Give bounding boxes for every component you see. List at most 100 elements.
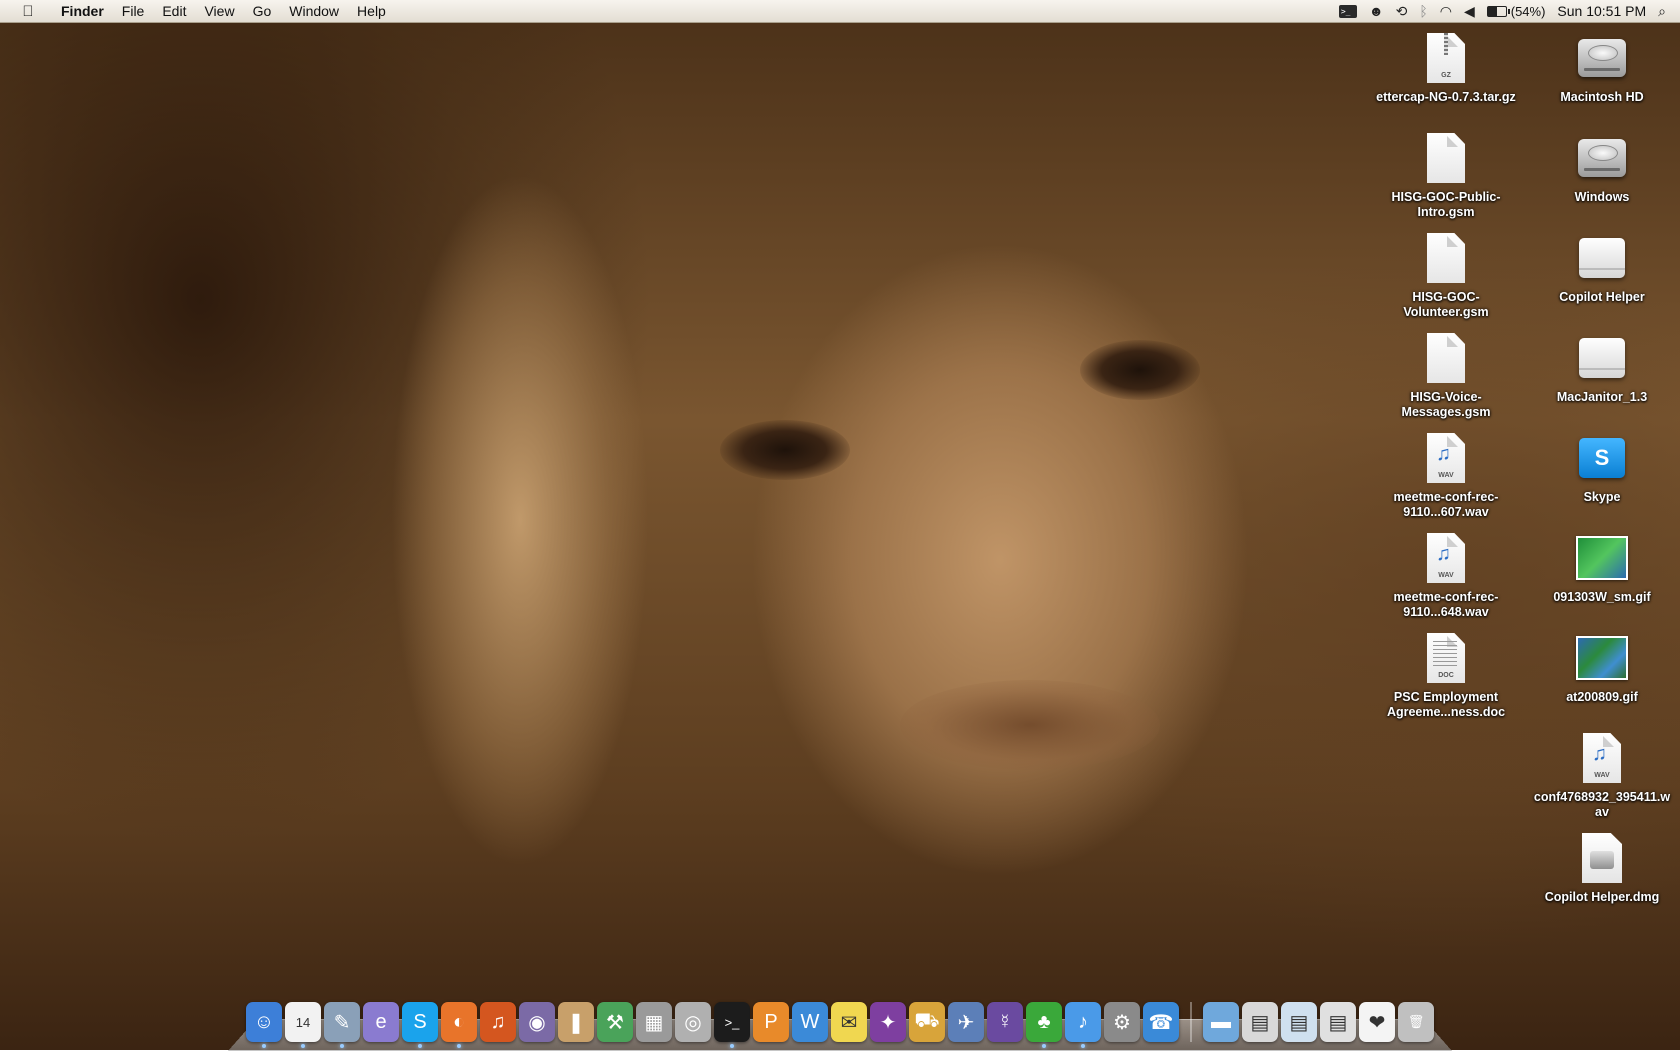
audio-file-icon: ♫ WAV bbox=[1420, 530, 1472, 586]
adium-alt-icon[interactable]: ☿ bbox=[987, 1002, 1023, 1042]
terminal-icon[interactable]: >_ bbox=[714, 1002, 750, 1048]
wallpaper-eye-left bbox=[720, 420, 850, 480]
image-thumbnail-icon bbox=[1576, 530, 1628, 586]
menu-edit[interactable]: Edit bbox=[153, 0, 195, 22]
desktop-item-label: Windows bbox=[1574, 190, 1630, 204]
music-note: ♫ bbox=[1436, 443, 1451, 465]
file-type-tag: WAV bbox=[1438, 472, 1454, 479]
music-note: ♫ bbox=[1436, 543, 1451, 565]
icon-graphic bbox=[1427, 333, 1465, 383]
terminal-icon[interactable]: >_ bbox=[1338, 4, 1357, 18]
preview-icon[interactable]: ✎ bbox=[324, 1002, 360, 1048]
time-machine-icon[interactable]: ⟲ bbox=[1396, 0, 1408, 22]
firefox-icon[interactable]: ◐ bbox=[441, 1002, 477, 1048]
dock: ☺ 14 ✎ e S ◐ ♫ ◉ ❚ ⚒ ▦ ◎ >_ P W ✉ ✦ ⛟ ✈ ☿ ♣ ♪ ⚙ ☎ ▬ ▤ ▤ ▤ ❤ 🗑 bbox=[246, 996, 1434, 1048]
wifi-icon[interactable]: ◠ bbox=[1440, 0, 1452, 22]
desktop-item-label: HISG-GOC-Volunteer.gsm bbox=[1403, 290, 1489, 319]
battery-icon bbox=[1486, 5, 1510, 17]
internet-explorer-icon[interactable]: e bbox=[363, 1002, 399, 1042]
ical-icon[interactable]: 14 bbox=[285, 1002, 321, 1048]
system-preferences-icon[interactable]: ⚙ bbox=[1104, 1002, 1140, 1042]
trash-icon[interactable]: 🗑 bbox=[1398, 1002, 1434, 1042]
desktop-item[interactable]: at200809.gif bbox=[1532, 630, 1672, 705]
desktop-item[interactable]: ♫ WAV conf4768932_395411.wav bbox=[1532, 730, 1672, 820]
window-thumb-3-icon[interactable]: ▤ bbox=[1320, 1002, 1356, 1042]
icon-graphic: GZ bbox=[1427, 33, 1465, 83]
desktop-item-label: 091303W_sm.gif bbox=[1553, 590, 1651, 604]
menu-window[interactable]: Window bbox=[280, 0, 348, 22]
robot-icon[interactable]: ☻ bbox=[1369, 0, 1384, 22]
xcode-icon[interactable]: ✈ bbox=[948, 1002, 984, 1042]
desktop-item[interactable]: MacJanitor_1.3 bbox=[1532, 330, 1672, 405]
desktop-item-label: meetme-conf-rec-9110...648.wav bbox=[1393, 590, 1499, 619]
menu-go[interactable]: Go bbox=[244, 0, 281, 22]
window-thumb-2-icon[interactable]: ▤ bbox=[1281, 1002, 1317, 1042]
archive-file-icon: GZ bbox=[1420, 30, 1472, 86]
icon-graphic: ♫ WAV bbox=[1427, 433, 1465, 483]
desktop-item[interactable]: Copilot Helper bbox=[1532, 230, 1672, 305]
ichat-icon[interactable]: ☎ bbox=[1143, 1002, 1179, 1042]
utility-icon[interactable]: ⚒ bbox=[597, 1002, 633, 1042]
menu-help[interactable]: Help bbox=[348, 0, 395, 22]
page-fold bbox=[1447, 336, 1458, 347]
apple-icon[interactable]:  bbox=[16, 3, 40, 20]
word-document-icon: DOC bbox=[1420, 630, 1472, 686]
menu-view[interactable]: View bbox=[195, 0, 243, 22]
desktop-item[interactable]: Copilot Helper.dmg bbox=[1532, 830, 1672, 905]
icon-graphic bbox=[1427, 233, 1465, 283]
disk-platter bbox=[1588, 45, 1618, 61]
menu-app-finder[interactable]: Finder bbox=[52, 0, 113, 22]
lips-icon[interactable]: ❤ bbox=[1359, 1002, 1395, 1042]
spotlight-icon[interactable]: ⌕ bbox=[1658, 0, 1666, 22]
desktop-item[interactable]: DOC PSC Employment Agreeme...ness.doc bbox=[1376, 630, 1516, 720]
icon-graphic: ♫ WAV bbox=[1427, 533, 1465, 583]
itunes-alt-icon[interactable]: ✦ bbox=[870, 1002, 906, 1042]
desktop-item[interactable]: Macintosh HD bbox=[1532, 30, 1672, 105]
icon-graphic bbox=[1578, 139, 1626, 177]
text-lines bbox=[1433, 641, 1457, 667]
window-thumb-1-icon[interactable]: ▤ bbox=[1242, 1002, 1278, 1042]
documents-folder-icon[interactable]: ▬ bbox=[1203, 1002, 1239, 1042]
dvd-player-icon[interactable]: ◎ bbox=[675, 1002, 711, 1042]
battery-status[interactable]: (54%) bbox=[1486, 3, 1546, 19]
audacity-icon[interactable]: ♫ bbox=[480, 1002, 516, 1042]
icon-graphic bbox=[1578, 39, 1626, 77]
menu-clock[interactable]: Sun 10:51 PM bbox=[1557, 3, 1646, 19]
itunes-icon[interactable]: ♪ bbox=[1065, 1002, 1101, 1048]
battery-percent: (54%) bbox=[1510, 3, 1546, 19]
desktop-item-label: PSC Employment Agreeme...ness.doc bbox=[1386, 690, 1506, 719]
book-icon[interactable]: ❚ bbox=[558, 1002, 594, 1042]
icon-graphic bbox=[1427, 133, 1465, 183]
icon-graphic: DOC bbox=[1427, 633, 1465, 683]
desktop-item[interactable]: GZ ettercap-NG-0.7.3.tar.gz bbox=[1376, 30, 1516, 105]
finder-icon[interactable]: ☺ bbox=[246, 1002, 282, 1048]
menu-file[interactable]: File bbox=[113, 0, 154, 22]
adium-icon[interactable]: ♣ bbox=[1026, 1002, 1062, 1048]
pages-icon[interactable]: P bbox=[753, 1002, 789, 1042]
document-icon bbox=[1420, 330, 1472, 386]
stickies-icon[interactable]: ✉ bbox=[831, 1002, 867, 1042]
desktop-item[interactable]: S Skype bbox=[1532, 430, 1672, 505]
image-thumbnail-icon bbox=[1576, 630, 1628, 686]
transmit-icon[interactable]: ⛟ bbox=[909, 1002, 945, 1042]
network-icon[interactable]: ◉ bbox=[519, 1002, 555, 1042]
desktop-item[interactable]: ♫ WAV meetme-conf-rec-9110...648.wav bbox=[1376, 530, 1516, 620]
desktop-item[interactable]: ♫ WAV meetme-conf-rec-9110...607.wav bbox=[1376, 430, 1516, 520]
desktop-item-label: HISG-GOC-Public-Intro.gsm bbox=[1391, 190, 1501, 219]
menu-bar:  Finder File Edit View Go Window Help >… bbox=[0, 0, 1680, 23]
calculator-icon[interactable]: ▦ bbox=[636, 1002, 672, 1042]
desktop-item-label: Copilot Helper bbox=[1559, 290, 1645, 304]
desktop-item[interactable]: Windows bbox=[1532, 130, 1672, 205]
bluetooth-icon[interactable]: ᛒ bbox=[1419, 0, 1427, 22]
word-icon[interactable]: W bbox=[792, 1002, 828, 1042]
desktop-item[interactable]: HISG-GOC-Public-Intro.gsm bbox=[1376, 130, 1516, 220]
disk-platter bbox=[1588, 145, 1618, 161]
file-type-tag: WAV bbox=[1594, 772, 1610, 779]
drive-slot bbox=[1584, 68, 1620, 71]
desktop-item[interactable]: HISG-Voice-Messages.gsm bbox=[1376, 330, 1516, 420]
desktop-item-label: meetme-conf-rec-9110...607.wav bbox=[1393, 490, 1499, 519]
desktop-item[interactable]: 091303W_sm.gif bbox=[1532, 530, 1672, 605]
desktop-item[interactable]: HISG-GOC-Volunteer.gsm bbox=[1376, 230, 1516, 320]
skype-icon[interactable]: S bbox=[402, 1002, 438, 1048]
volume-icon[interactable]: ◀ bbox=[1464, 0, 1475, 22]
